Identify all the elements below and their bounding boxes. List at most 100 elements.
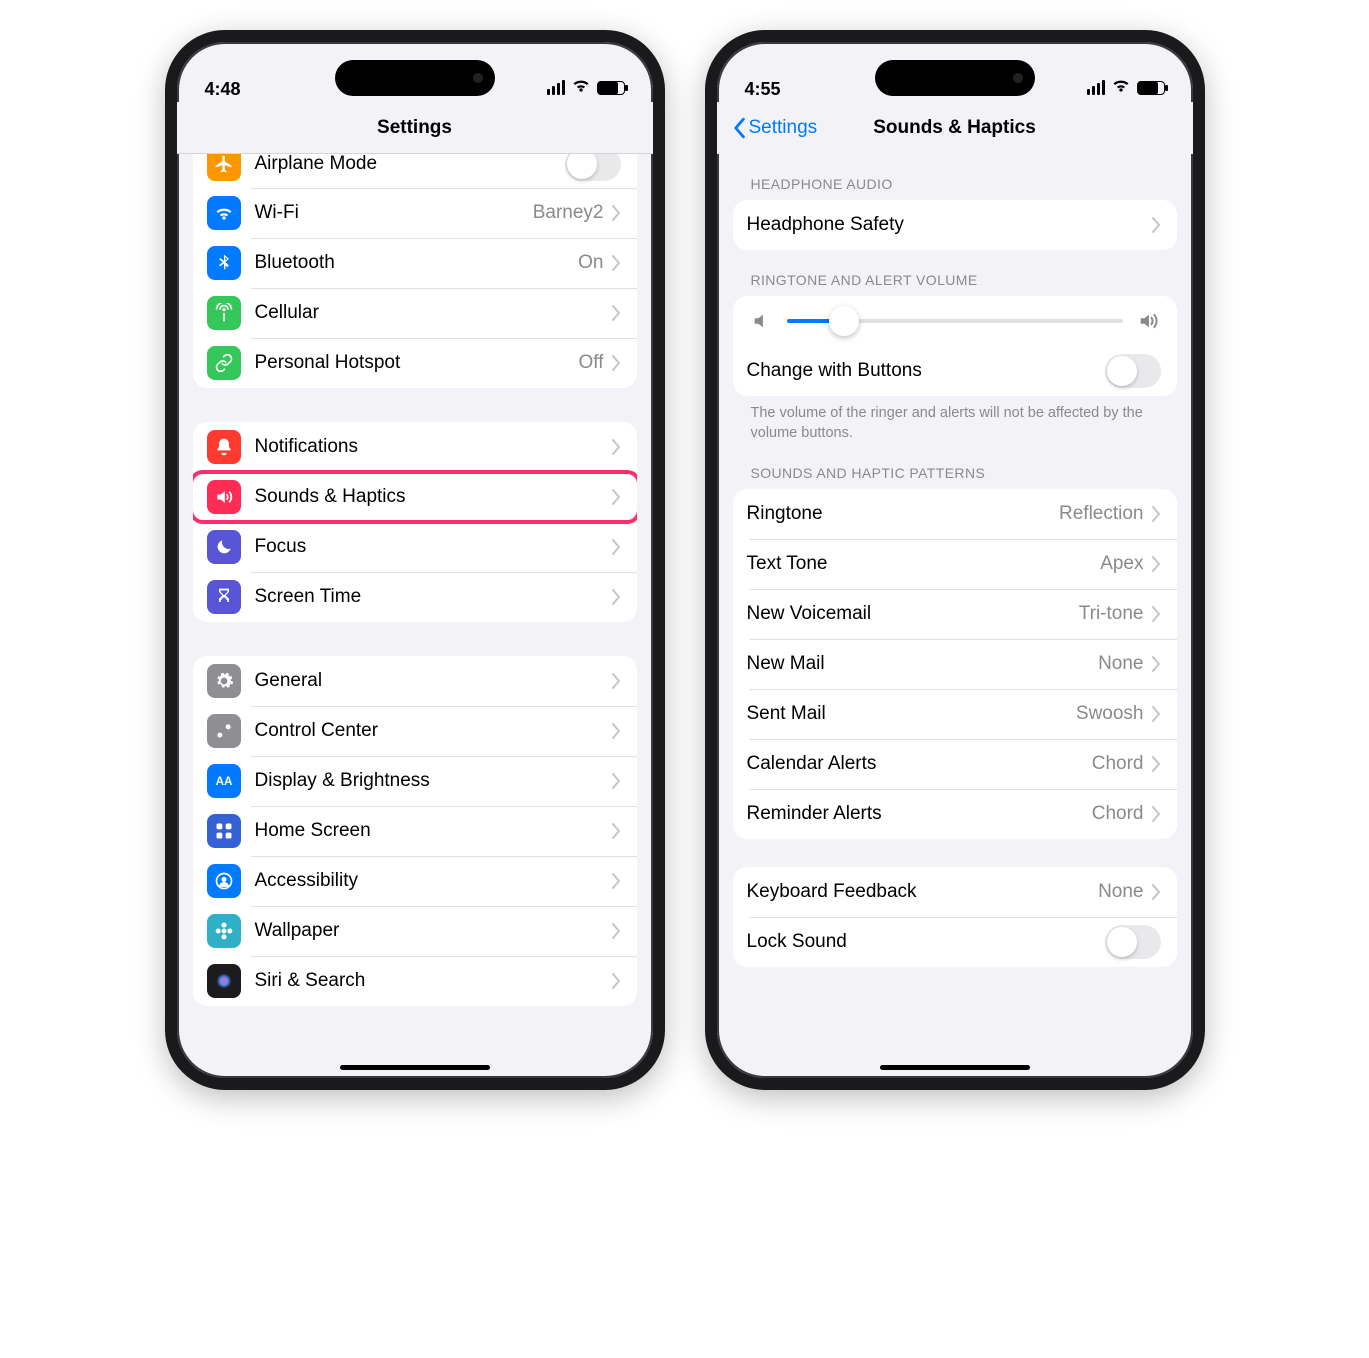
settings-scroll[interactable]: Airplane Mode Wi-FiBarney2BluetoothOnCell…: [177, 154, 653, 1064]
row-label: New Voicemail: [747, 603, 1079, 625]
row-label: Lock Sound: [747, 931, 1105, 953]
header-patterns: SOUNDS AND HAPTIC PATTERNS: [717, 443, 1193, 489]
chevron-right-icon: [1152, 506, 1161, 522]
row-accessibility[interactable]: Accessibility: [193, 856, 637, 906]
row-change-with-buttons[interactable]: Change with Buttons: [733, 346, 1177, 396]
home-indicator[interactable]: [880, 1065, 1030, 1070]
header-ringtone-volume: RINGTONE AND ALERT VOLUME: [717, 250, 1193, 296]
cellular-signal-icon: [547, 80, 565, 95]
row-control-center[interactable]: Control Center: [193, 706, 637, 756]
home-indicator[interactable]: [340, 1065, 490, 1070]
group-keyboard-lock: Keyboard Feedback None Lock Sound: [733, 867, 1177, 967]
row-sounds-haptics[interactable]: Sounds & Haptics: [193, 472, 637, 522]
group-volume: Change with Buttons: [733, 296, 1177, 396]
row-focus[interactable]: Focus: [193, 522, 637, 572]
row-value: Chord: [1092, 803, 1144, 825]
row-ringtone[interactable]: RingtoneReflection: [733, 489, 1177, 539]
dynamic-island: [335, 60, 495, 96]
speaker-icon: [207, 480, 241, 514]
wifi-status-icon: [571, 75, 591, 100]
row-display-brightness[interactable]: AADisplay & Brightness: [193, 756, 637, 806]
row-headphone-safety[interactable]: Headphone Safety: [733, 200, 1177, 250]
chevron-right-icon: [1152, 217, 1161, 233]
speaker-low-icon: [751, 310, 773, 332]
row-volume-slider[interactable]: [733, 296, 1177, 346]
slider-thumb[interactable]: [829, 306, 859, 336]
chevron-right-icon: [1152, 806, 1161, 822]
chevron-right-icon: [1152, 706, 1161, 722]
row-calendar-alerts[interactable]: Calendar AlertsChord: [733, 739, 1177, 789]
wifi-status-icon: [1111, 75, 1131, 100]
chevron-right-icon: [612, 973, 621, 989]
row-value: Barney2: [533, 202, 604, 224]
row-siri-search[interactable]: Siri & Search: [193, 956, 637, 1006]
row-value: Tri-tone: [1079, 603, 1144, 625]
row-screen-time[interactable]: Screen Time: [193, 572, 637, 622]
chevron-right-icon: [612, 589, 621, 605]
group-patterns: RingtoneReflectionText ToneApexNew Voice…: [733, 489, 1177, 839]
siri-icon: [207, 964, 241, 998]
group-connectivity: Airplane Mode Wi-FiBarney2BluetoothOnCell…: [193, 154, 637, 388]
sounds-scroll[interactable]: HEADPHONE AUDIO Headphone Safety RINGTON…: [717, 154, 1193, 1064]
chevron-right-icon: [612, 773, 621, 789]
link-icon: [207, 346, 241, 380]
wifi-icon: [207, 196, 241, 230]
row-value: Swoosh: [1076, 703, 1144, 725]
row-new-voicemail[interactable]: New VoicemailTri-tone: [733, 589, 1177, 639]
row-lock-sound[interactable]: Lock Sound: [733, 917, 1177, 967]
row-home-screen[interactable]: Home Screen: [193, 806, 637, 856]
row-value: None: [1098, 881, 1143, 903]
row-new-mail[interactable]: New MailNone: [733, 639, 1177, 689]
nav-title: Settings: [377, 117, 452, 139]
row-label: Sent Mail: [747, 703, 1076, 725]
phone-left: 4:48 Settings Airplane ModeWi-FiBarney2B…: [165, 30, 665, 1090]
bluetooth-icon: [207, 246, 241, 280]
chevron-right-icon: [612, 823, 621, 839]
row-general[interactable]: General: [193, 656, 637, 706]
row-wallpaper[interactable]: Wallpaper: [193, 906, 637, 956]
row-notifications[interactable]: Notifications: [193, 422, 637, 472]
toggle-change-with-buttons[interactable]: [1105, 354, 1161, 388]
row-label: Text Tone: [747, 553, 1101, 575]
row-airplane-mode[interactable]: Airplane Mode: [193, 154, 637, 188]
row-reminder-alerts[interactable]: Reminder AlertsChord: [733, 789, 1177, 839]
grid-icon: [207, 814, 241, 848]
row-label: Keyboard Feedback: [747, 881, 1099, 903]
group-headphone: Headphone Safety: [733, 200, 1177, 250]
cellular-signal-icon: [1087, 80, 1105, 95]
status-time: 4:48: [205, 79, 295, 100]
row-label: Airplane Mode: [255, 154, 565, 175]
row-label: Wallpaper: [255, 920, 612, 942]
aa-icon: AA: [207, 764, 241, 798]
status-time: 4:55: [745, 79, 835, 100]
toggle[interactable]: [565, 154, 621, 181]
chevron-right-icon: [612, 205, 621, 221]
nav-bar: Settings: [177, 102, 653, 154]
speaker-high-icon: [1137, 310, 1159, 332]
row-keyboard-feedback[interactable]: Keyboard Feedback None: [733, 867, 1177, 917]
back-button[interactable]: Settings: [731, 117, 818, 139]
toggle-lock-sound[interactable]: [1105, 925, 1161, 959]
moon-icon: [207, 530, 241, 564]
row-value: Apex: [1100, 553, 1143, 575]
row-cellular[interactable]: Cellular: [193, 288, 637, 338]
row-label: General: [255, 670, 612, 692]
group-general: General Control CenterAADisplay & Brightn…: [193, 656, 637, 1006]
phone-right: 4:55 Settings Sounds & Haptics HEADPHONE…: [705, 30, 1205, 1090]
row-bluetooth[interactable]: BluetoothOn: [193, 238, 637, 288]
volume-slider[interactable]: [787, 319, 1123, 323]
row-label: Home Screen: [255, 820, 612, 842]
row-label: Notifications: [255, 436, 612, 458]
footer-volume: The volume of the ringer and alerts will…: [717, 396, 1193, 443]
chevron-right-icon: [1152, 756, 1161, 772]
chevron-right-icon: [1152, 606, 1161, 622]
chevron-right-icon: [612, 355, 621, 371]
row-wi-fi[interactable]: Wi-FiBarney2: [193, 188, 637, 238]
nav-bar: Settings Sounds & Haptics: [717, 102, 1193, 154]
row-label: Bluetooth: [255, 252, 579, 274]
bell-icon: [207, 430, 241, 464]
row-text-tone[interactable]: Text ToneApex: [733, 539, 1177, 589]
row-label: Change with Buttons: [747, 360, 1105, 382]
row-personal-hotspot[interactable]: Personal HotspotOff: [193, 338, 637, 388]
row-sent-mail[interactable]: Sent MailSwoosh: [733, 689, 1177, 739]
